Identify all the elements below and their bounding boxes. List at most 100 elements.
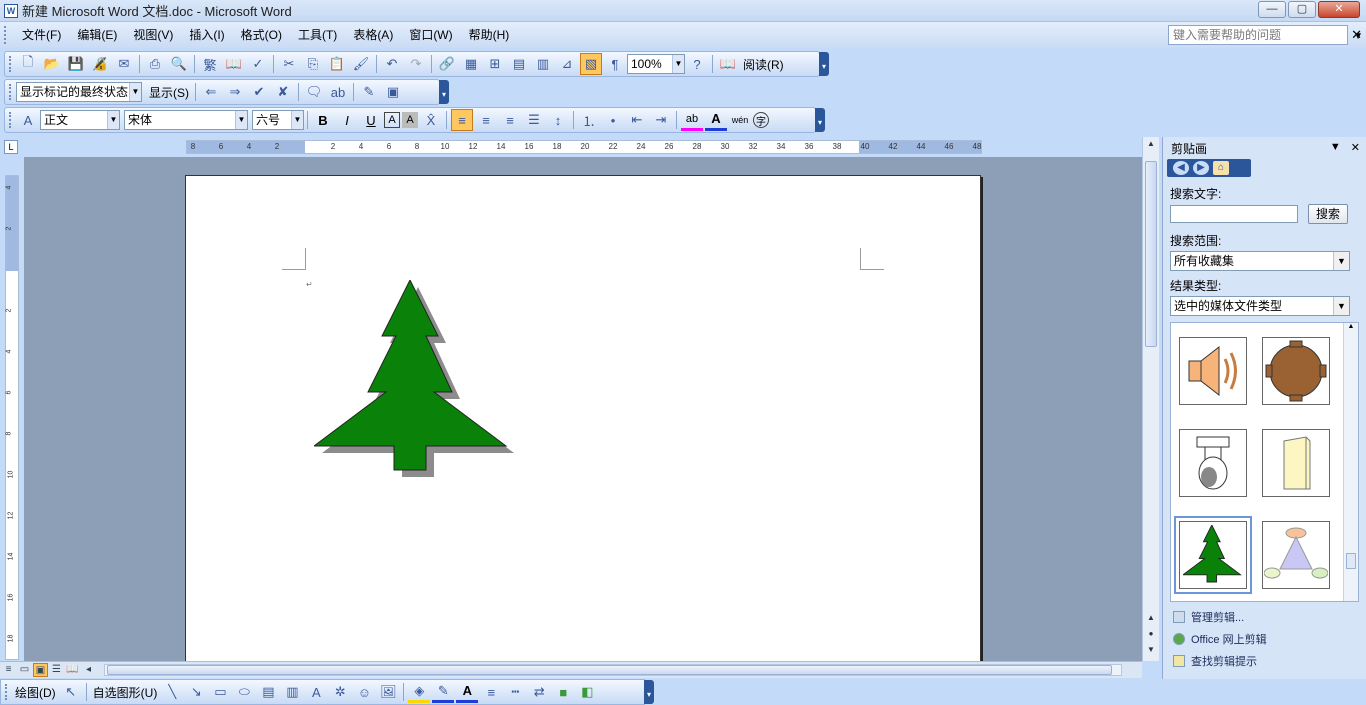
spelling-icon[interactable]: ✓ [247, 53, 269, 75]
columns-icon[interactable]: ▥ [532, 53, 554, 75]
task-pane-close-icon[interactable]: ✕ [1351, 141, 1360, 154]
maximize-button[interactable]: ▢ [1288, 1, 1316, 18]
close-button[interactable]: ✕ [1318, 1, 1360, 18]
accept-change-icon[interactable]: ✔ [248, 81, 270, 103]
numbering-icon[interactable]: ⒈ [578, 109, 600, 131]
style-select[interactable]: 正文 ▼ [40, 110, 120, 130]
menu-grip[interactable] [4, 26, 8, 44]
outline-view-icon[interactable]: ☰ [49, 663, 64, 677]
drawing-icon[interactable]: ⊿ [556, 53, 578, 75]
align-justify-icon[interactable]: ≡ [451, 109, 473, 131]
home-icon[interactable]: ⌂ [1213, 161, 1229, 175]
font-size-select[interactable]: 六号 ▼ [252, 110, 304, 130]
scroll-up-icon[interactable]: ▲ [1145, 139, 1157, 148]
toolbar-options-icon[interactable]: ▾ [815, 108, 825, 132]
next-page-icon[interactable]: ▼ [1145, 645, 1157, 654]
insert-excel-icon[interactable]: ▤ [508, 53, 530, 75]
copy-icon[interactable]: ⎘ [302, 53, 324, 75]
horizontal-scrollbar[interactable] [104, 664, 1122, 676]
menu-table[interactable]: 表格(A) [345, 24, 401, 46]
vertical-textbox-icon[interactable]: ▥ [281, 681, 303, 703]
char-border-button[interactable]: A [384, 112, 400, 128]
align-right-icon[interactable]: ≡ [499, 109, 521, 131]
clip-diagram-icon[interactable] [1262, 521, 1330, 589]
research-icon[interactable]: 📖 [223, 53, 245, 75]
line-style-icon[interactable]: ≡ [480, 681, 502, 703]
open-icon[interactable]: 📂 [41, 53, 63, 75]
rectangle-icon[interactable]: ▭ [209, 681, 231, 703]
3d-style-icon[interactable]: ◧ [576, 681, 598, 703]
menu-tools[interactable]: 工具(T) [290, 24, 345, 46]
paste-icon[interactable]: 📋 [326, 53, 348, 75]
menu-window[interactable]: 窗口(W) [401, 24, 460, 46]
insert-comment-icon[interactable]: 🗨 [303, 81, 325, 103]
styles-icon[interactable]: A [17, 109, 39, 131]
clip-lamp-icon[interactable] [1179, 429, 1247, 497]
previous-change-icon[interactable]: ⇐ [200, 81, 222, 103]
document-area[interactable]: ↵ [24, 157, 1142, 661]
reviewing-pane-icon[interactable]: ▣ [382, 81, 404, 103]
browse-object-icon[interactable]: ● [1145, 629, 1157, 638]
permission-icon[interactable]: 🔏 [89, 53, 111, 75]
toolbar-grip[interactable] [9, 56, 12, 72]
clipart-search-button[interactable]: 搜索 [1308, 204, 1348, 224]
search-in-dropdown-icon[interactable]: ▼ [1333, 252, 1349, 270]
tables-borders-icon[interactable]: ▦ [460, 53, 482, 75]
email-icon[interactable]: ✉ [113, 53, 135, 75]
save-icon[interactable]: 💾 [65, 53, 87, 75]
vertical-scrollbar[interactable]: ▲ ▲ ● ▼ [1142, 137, 1159, 661]
textbox-icon[interactable]: ▤ [257, 681, 279, 703]
select-objects-icon[interactable]: ↖ [60, 681, 82, 703]
web-view-icon[interactable]: ▭ [17, 663, 32, 677]
clip-server-icon[interactable] [1262, 429, 1330, 497]
italic-button[interactable]: I [336, 109, 358, 131]
undo-icon[interactable]: ↶ [381, 53, 403, 75]
help-question-input[interactable]: 键入需要帮助的问题 ▼ [1168, 25, 1363, 45]
clip-scroll-thumb[interactable] [1346, 553, 1356, 569]
cut-icon[interactable]: ✂ [278, 53, 300, 75]
print-view-icon[interactable]: ▣ [33, 663, 48, 677]
menu-file[interactable]: 文件(F) [14, 24, 69, 46]
clip-tips-link[interactable]: 查找剪辑提示 [1173, 653, 1257, 669]
new-icon[interactable]: 🗋 [17, 53, 39, 75]
track-changes-icon[interactable]: ✎ [358, 81, 380, 103]
toolbar-grip[interactable] [9, 84, 12, 100]
phonetic-guide-button[interactable]: wén [729, 109, 751, 131]
toolbar-options-icon[interactable]: ▾ [819, 52, 829, 76]
menu-insert[interactable]: 插入(I) [181, 24, 232, 46]
show-hide-icon[interactable]: ¶ [604, 53, 626, 75]
line-icon[interactable]: ╲ [161, 681, 183, 703]
vertical-ruler[interactable]: 4 2 2 4 6 8 10 12 14 16 18 [5, 175, 19, 660]
forward-icon[interactable]: ▶ [1193, 161, 1209, 175]
clipart-icon[interactable]: ☺ [353, 681, 375, 703]
help-icon[interactable]: ? [686, 53, 708, 75]
task-pane-menu-icon[interactable]: ▼ [1330, 141, 1341, 154]
font-select[interactable]: 宋体 ▼ [124, 110, 248, 130]
normal-view-icon[interactable]: ≡ [1, 663, 16, 677]
font-color-button[interactable]: A [705, 109, 727, 131]
word-app-icon[interactable]: W [4, 3, 18, 18]
clip-table-icon[interactable] [1262, 337, 1330, 405]
result-types-dropdown-icon[interactable]: ▼ [1333, 297, 1349, 315]
highlight-icon[interactable]: ab [327, 81, 349, 103]
bold-button[interactable]: B [312, 109, 334, 131]
clip-tree-icon[interactable] [1174, 516, 1252, 594]
menu-help[interactable]: 帮助(H) [461, 24, 518, 46]
document-map-icon[interactable]: ▧ [580, 53, 602, 75]
hyperlink-icon[interactable]: 🔗 [436, 53, 458, 75]
show-markup-button[interactable]: 显示(S) [146, 84, 192, 101]
fill-color-icon[interactable]: ◈ [408, 681, 431, 703]
bullets-icon[interactable]: • [602, 109, 624, 131]
doc-close-icon[interactable]: ✕ [1351, 27, 1362, 43]
drawing-font-color-icon[interactable]: A [456, 681, 479, 703]
highlight-button[interactable]: ab [681, 109, 703, 131]
decrease-indent-icon[interactable]: ⇤ [626, 109, 648, 131]
draw-menu-button[interactable]: 绘图(D) [12, 684, 59, 701]
style-dropdown-icon[interactable]: ▼ [107, 111, 119, 129]
display-mode-select[interactable]: 显示标记的最终状态 ▼ [16, 82, 142, 102]
read-button[interactable]: 阅读(R) [740, 56, 787, 73]
clips-online-link[interactable]: Office 网上剪辑 [1173, 631, 1267, 647]
dash-style-icon[interactable]: ┅ [504, 681, 526, 703]
wordart-icon[interactable]: A [305, 681, 327, 703]
organize-clips-link[interactable]: 管理剪辑... [1173, 609, 1244, 625]
